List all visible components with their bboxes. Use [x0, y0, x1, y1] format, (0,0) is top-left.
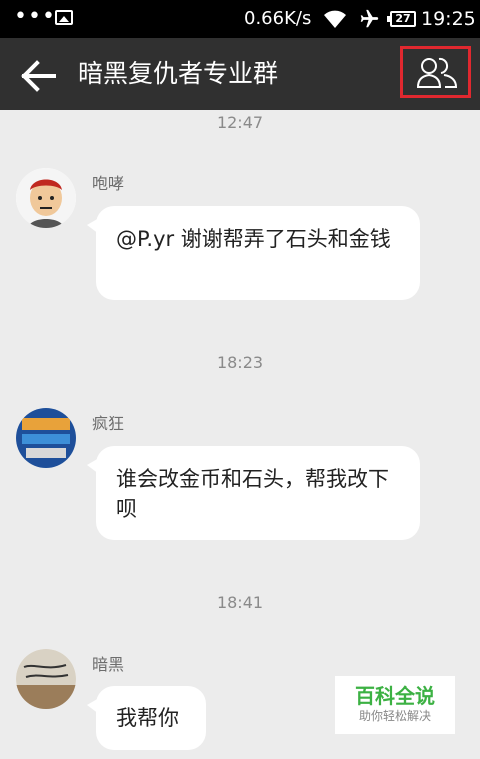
- title-bar: 暗黑复仇者专业群: [0, 38, 480, 110]
- message-time: 18:41: [216, 593, 264, 612]
- image-icon: [55, 10, 73, 25]
- wifi-icon: [324, 10, 346, 28]
- sender-name: 疯狂: [92, 414, 125, 433]
- watermark-logo: 百科全说 助你轻松解决: [335, 676, 455, 734]
- battery-icon: 27: [387, 11, 416, 27]
- avatar[interactable]: [16, 168, 76, 228]
- watermark-title: 百科全说: [355, 684, 435, 708]
- message-time: 18:23: [216, 353, 264, 372]
- avatar[interactable]: [16, 408, 76, 468]
- clock: 19:25: [421, 8, 476, 30]
- message-bubble[interactable]: @P.yr 谢谢帮弄了石头和金钱: [87, 206, 420, 300]
- network-speed: 0.66K/s: [244, 8, 312, 29]
- message-bubble[interactable]: 我帮你: [87, 686, 206, 750]
- message-bubble[interactable]: 谁会改金币和石头，帮我改下呗: [87, 446, 420, 540]
- airplane-icon: [360, 9, 379, 28]
- sender-name: 暗黑: [92, 655, 125, 674]
- signal-dots: •••: [14, 4, 56, 29]
- avatar[interactable]: [16, 649, 76, 709]
- page-title: 暗黑复仇者专业群: [78, 59, 279, 88]
- group-members-icon: [416, 57, 458, 88]
- group-members-button[interactable]: [400, 46, 471, 98]
- watermark-subtitle: 助你轻松解决: [358, 709, 431, 723]
- status-bar: ••• 0.66K/s 27 19:25: [0, 0, 480, 38]
- message-time: 12:47: [216, 113, 264, 132]
- sender-name: 咆哮: [92, 174, 125, 193]
- back-arrow-icon[interactable]: [20, 58, 58, 94]
